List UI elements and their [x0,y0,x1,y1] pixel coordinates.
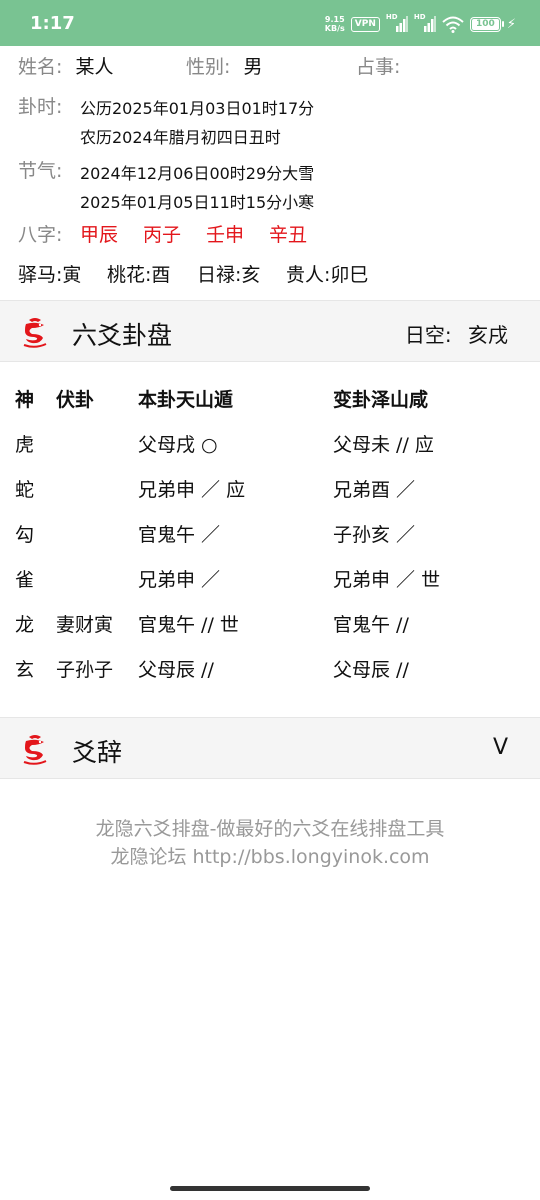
row4-shen: 雀 [15,569,35,591]
row2-bengua: 兄弟申 ／ 应 [138,479,246,501]
yaoci-header[interactable]: 爻辞 V [0,717,540,779]
solar-term-1: 2024年12月06日00时29分大雪 [80,164,315,183]
name-row: 姓名: 某人 [18,52,114,79]
time-label: 卦时: [18,96,63,118]
name-label: 姓名: [18,56,63,78]
solar-term-label: 节气: [18,160,63,182]
status-icons: 9.15 KB/s VPN HD HD 100 ⚡ [325,12,516,36]
row1-biangua: 父母未 // 应 [333,434,434,456]
row3-shen: 勾 [15,524,35,546]
hd-label: HD [385,13,398,21]
day-void-label: 日空: [404,323,452,347]
gregorian-date: 公历2025年01月03日01时17分 [80,99,315,118]
name-value: 某人 [75,56,114,78]
hd-label-2: HD [413,13,426,21]
status-bar: 1:17 9.15 KB/s VPN HD HD 100 ⚡ [0,0,540,46]
header-fugua: 伏卦 [56,389,95,411]
network-speed: 9.15 KB/s [325,15,345,33]
header-bengua: 本卦天山遁 [138,389,234,411]
row2-shen: 蛇 [15,479,35,501]
row2-biangua: 兄弟酉 ／ [333,479,416,501]
solar-label-wrap: 节气: [18,156,62,183]
charging-icon: ⚡ [506,16,516,32]
shensha-yima: 驿马:寅 [18,264,82,286]
gender-row: 性别: 男 [186,52,263,79]
dragon-icon [23,735,47,765]
shensha-rilu: 日禄:亥 [197,264,261,286]
bazi-month: 丙子 [143,224,182,246]
bazi-day: 壬申 [206,224,245,246]
expand-toggle[interactable]: V [493,735,508,760]
bazi-hour: 辛丑 [269,224,308,246]
day-void: 日空: 亥戌 [405,319,508,348]
footer-forum-link[interactable]: 龙隐论坛 http://bbs.longyinok.com [0,843,540,871]
wifi-icon [442,16,464,33]
row5-fugua: 妻财寅 [56,614,114,636]
day-void-value: 亥戌 [468,323,508,347]
row4-bengua: 兄弟申 ／ [138,569,221,591]
divination-row: 占事: [356,52,408,79]
shensha-guiren: 贵人:卯巳 [286,264,369,286]
vpn-icon: VPN [350,16,380,32]
signal-icon: HD [385,13,408,32]
row6-biangua: 父母辰 // [333,659,409,681]
yaoci-title: 爻辞 [72,738,123,767]
gua-panel-header: 六爻卦盘 日空: 亥戌 [0,300,540,362]
bazi-label: 八字: [18,224,63,246]
gender-label: 性别: [186,56,231,78]
row5-shen: 龙 [15,614,35,636]
footer: 龙隐六爻排盘-做最好的六爻在线排盘工具 龙隐论坛 http://bbs.long… [0,815,540,871]
status-time: 1:17 [30,13,75,34]
row3-biangua: 子孙亥 ／ [333,524,416,546]
row3-bengua: 官鬼午 ／ [138,524,221,546]
dragon-icon [23,318,47,348]
row1-shen: 虎 [15,434,35,456]
bazi-year: 甲辰 [80,224,119,246]
row6-fugua: 子孙子 [56,659,114,681]
row6-bengua: 父母辰 // [138,659,214,681]
row5-biangua: 官鬼午 // [333,614,409,636]
shensha-taohua: 桃花:酉 [107,264,171,286]
gender-value: 男 [243,56,263,78]
home-indicator[interactable] [170,1186,370,1191]
solar-term-2: 2025年01月05日11时15分小寒 [80,193,315,212]
gua-panel-title: 六爻卦盘 [72,321,173,350]
row5-bengua: 官鬼午 // 世 [138,614,239,636]
row4-biangua: 兄弟申 ／ 世 [333,569,441,591]
divination-label: 占事: [356,56,401,78]
row6-shen: 玄 [15,659,35,681]
battery-icon: 100 [469,16,504,32]
battery-level: 100 [471,18,499,30]
time-label-wrap: 卦时: [18,92,62,119]
row1-bengua: 父母戌 ○ [138,434,218,456]
footer-slogan: 龙隐六爻排盘-做最好的六爻在线排盘工具 [95,818,445,840]
header-biangua: 变卦泽山咸 [333,389,429,411]
network-speed-unit: KB/s [324,24,345,33]
lunar-date: 农历2024年腊月初四日丑时 [80,128,281,147]
header-shen: 神 [15,389,35,411]
bazi-row: 八字: [18,220,62,247]
network-speed-value: 9.15 [324,15,345,24]
signal-icon-2: HD [413,13,436,32]
